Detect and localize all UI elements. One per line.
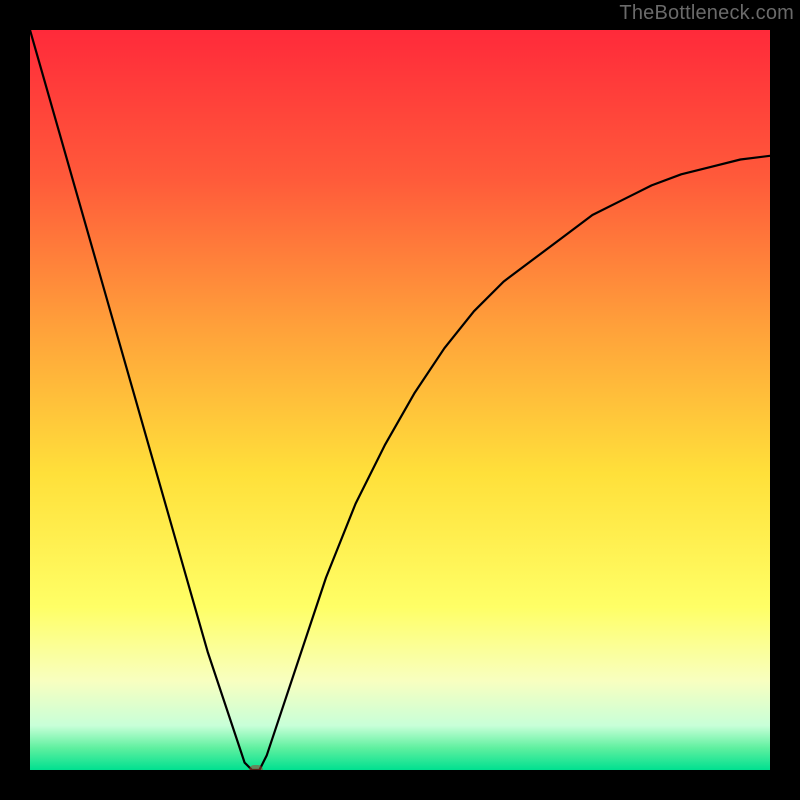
plot-area [30,30,770,770]
watermark-text: TheBottleneck.com [619,2,794,25]
optimal-point-marker [249,765,263,770]
curve-layer [30,30,770,770]
bottleneck-curve [30,30,770,770]
chart-frame: TheBottleneck.com [0,0,800,800]
